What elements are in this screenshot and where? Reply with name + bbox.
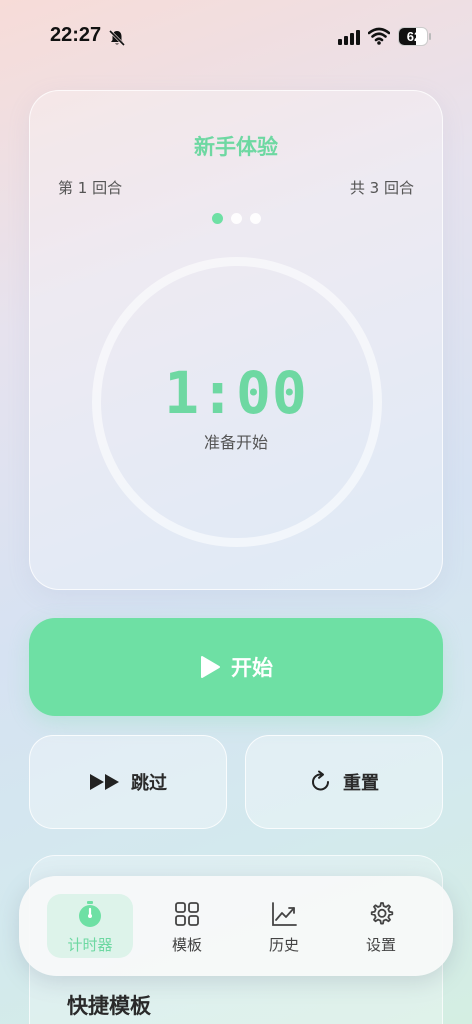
tab-templates-label: 模板 bbox=[171, 936, 202, 954]
start-label: 开始 bbox=[231, 656, 273, 680]
tab-settings-label: 设置 bbox=[365, 936, 396, 954]
play-icon bbox=[201, 656, 220, 678]
chart-line-icon bbox=[272, 902, 297, 926]
tab-settings[interactable]: 设置 bbox=[338, 894, 424, 958]
round-dot bbox=[230, 213, 242, 224]
round-current: 第 1 回合 bbox=[58, 179, 123, 197]
wifi-icon bbox=[368, 27, 390, 45]
round-total: 共 3 回合 bbox=[349, 179, 414, 197]
status-bar: 22:27 62 bbox=[0, 0, 472, 72]
tab-templates[interactable]: 模板 bbox=[144, 894, 230, 958]
plan-title: 新手体验 bbox=[194, 135, 278, 159]
battery-level: 62 bbox=[406, 29, 422, 44]
battery-tip bbox=[429, 33, 431, 40]
tab-timer-label: 计时器 bbox=[67, 936, 113, 954]
gear-icon bbox=[370, 902, 394, 925]
bell-muted-icon bbox=[108, 29, 126, 47]
timer-card: 新手体验 第 1 回合 共 3 回合 1:00 准备开始 bbox=[29, 90, 443, 590]
reset-label: 重置 bbox=[343, 773, 379, 794]
timer-display: 1:00 bbox=[164, 359, 308, 427]
round-dot bbox=[249, 213, 261, 224]
battery-icon: 62 bbox=[398, 27, 428, 46]
signal-icon bbox=[338, 30, 360, 45]
round-indicator bbox=[30, 213, 442, 224]
status-time: 22:27 bbox=[50, 24, 102, 46]
round-dot bbox=[211, 213, 223, 224]
skip-label: 跳过 bbox=[131, 773, 167, 794]
start-button[interactable]: 开始 bbox=[29, 618, 443, 716]
tab-history-label: 历史 bbox=[268, 936, 299, 954]
stopwatch-icon bbox=[79, 901, 101, 927]
reset-icon bbox=[312, 770, 329, 791]
reset-button[interactable]: 重置 bbox=[245, 735, 443, 829]
tab-timer[interactable]: 计时器 bbox=[47, 894, 133, 958]
grid-icon bbox=[175, 902, 199, 926]
timer-status: 准备开始 bbox=[203, 433, 268, 452]
tab-history[interactable]: 历史 bbox=[241, 894, 327, 958]
tab-bar: 计时器 模板 历史 设置 bbox=[19, 876, 453, 976]
skip-button[interactable]: 跳过 bbox=[29, 735, 227, 829]
quick-templates-title: 快捷模板 bbox=[67, 994, 151, 1018]
fast-forward-icon bbox=[90, 774, 119, 790]
